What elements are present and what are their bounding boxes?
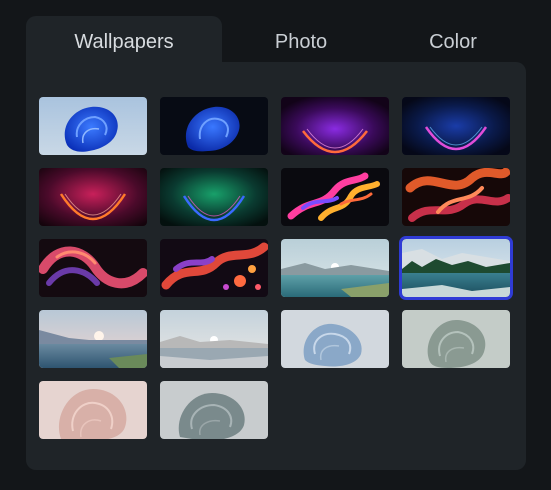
wallpaper-thumb-ribbon-orange[interactable] <box>402 168 510 226</box>
wallpaper-thumb-bloom-blush[interactable] <box>39 381 147 439</box>
tab-color[interactable]: Color <box>380 16 526 68</box>
wallpaper-panel <box>26 62 526 470</box>
wallpaper-thumb-glow-green[interactable] <box>160 168 268 226</box>
wallpaper-thumb-bloom-sage[interactable] <box>402 310 510 368</box>
wallpaper-thumb-glow-red[interactable] <box>39 168 147 226</box>
wallpaper-thumb-bloom-ice-blue[interactable] <box>281 310 389 368</box>
wallpaper-thumb-lake-forest[interactable] <box>399 236 513 300</box>
wallpaper-thumb-bloom-blue-light[interactable] <box>39 97 147 155</box>
wallpaper-thumb-glow-blue[interactable] <box>402 97 510 155</box>
tab-bar: Wallpapers Photo Color <box>26 16 526 68</box>
wallpaper-thumb-lake-sunrise[interactable] <box>281 239 389 297</box>
wallpaper-thumb-bloom-blue-dark[interactable] <box>160 97 268 155</box>
wallpaper-thumb-ribbon-purple-swirl[interactable] <box>39 239 147 297</box>
tab-photo[interactable]: Photo <box>222 16 380 68</box>
wallpaper-thumb-lake-pink-dawn[interactable] <box>39 310 147 368</box>
wallpaper-thumb-glow-purple[interactable] <box>281 97 389 155</box>
tab-wallpapers[interactable]: Wallpapers <box>26 16 222 68</box>
wallpaper-thumb-ribbon-colorful-dark[interactable] <box>281 168 389 226</box>
wallpaper-picker: Wallpapers Photo Color <box>0 0 551 490</box>
wallpaper-thumb-lake-pale[interactable] <box>160 310 268 368</box>
wallpaper-thumb-bloom-grey[interactable] <box>160 381 268 439</box>
wallpaper-thumb-ribbon-bubbles[interactable] <box>160 239 268 297</box>
